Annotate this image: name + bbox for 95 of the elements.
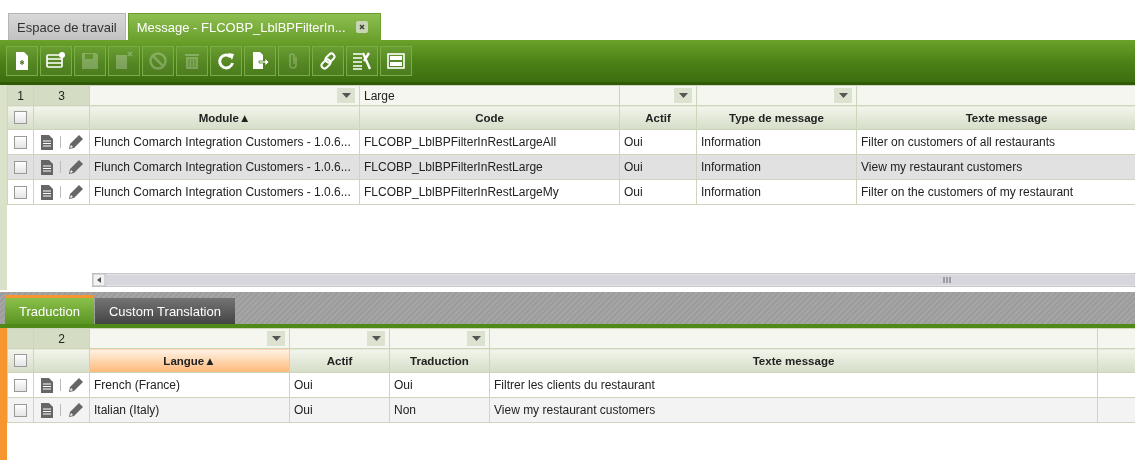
pencil-icon[interactable] <box>68 159 84 175</box>
column-header[interactable]: Texte message <box>856 105 1135 130</box>
filter-field[interactable] <box>856 85 1135 106</box>
table-cell: Non <box>394 403 416 417</box>
row-count: 2 <box>58 331 65 346</box>
filter-field[interactable]: Large <box>359 85 620 106</box>
row-checkbox[interactable] <box>14 161 27 175</box>
table-cell: Oui <box>624 160 643 174</box>
row-checkbox[interactable] <box>14 404 27 418</box>
filter-field[interactable] <box>696 85 857 106</box>
select-all-checkbox[interactable] <box>14 354 27 368</box>
caret-icon <box>271 336 281 341</box>
table-cell: Filter on the customers of my restaurant <box>861 185 1074 199</box>
close-icon[interactable] <box>355 21 368 33</box>
link-button[interactable] <box>312 46 344 76</box>
document-icon[interactable] <box>41 159 53 175</box>
form-view-icon <box>46 51 66 71</box>
filter-field[interactable] <box>389 328 490 349</box>
document-icon[interactable] <box>41 402 53 418</box>
caret-icon <box>838 93 848 98</box>
pencil-icon[interactable] <box>68 134 84 150</box>
table-cell: Italian (Italy) <box>94 403 160 417</box>
table-cell: Oui <box>394 378 413 392</box>
pencil-icon[interactable] <box>68 402 84 418</box>
filter-value: Large <box>364 88 395 103</box>
table-cell: Oui <box>624 135 643 149</box>
form-button[interactable] <box>40 46 72 76</box>
column-header[interactable]: Langue▲ <box>89 348 290 373</box>
tools-button[interactable] <box>346 46 378 76</box>
table-cell: Oui <box>294 403 313 417</box>
filter-field[interactable] <box>89 85 360 106</box>
column-header[interactable]: Texte message <box>489 348 1098 373</box>
table-cell: FLCOBP_LblBPFilterInRestLargeMy <box>364 185 559 199</box>
row-checkbox[interactable] <box>14 136 27 150</box>
new-button[interactable] <box>6 46 38 76</box>
table-cell: FLCOBP_LblBPFilterInRestLargeAll <box>364 135 557 149</box>
tools-icon <box>352 51 372 71</box>
subtab[interactable]: Custom Translation <box>94 298 235 324</box>
table-cell: Filtrer les clients du restaurant <box>494 378 655 392</box>
filter-field[interactable] <box>489 328 1098 349</box>
table-cell: Oui <box>624 185 643 199</box>
dropdown-button[interactable] <box>467 331 485 346</box>
caret-icon <box>678 93 688 98</box>
layout-button[interactable] <box>380 46 412 76</box>
refresh-icon <box>216 51 236 71</box>
row-checkbox[interactable] <box>14 379 27 393</box>
column-header[interactable]: Actif <box>289 348 390 373</box>
link-icon <box>318 51 338 71</box>
dropdown-button[interactable] <box>267 331 285 346</box>
filter-field[interactable] <box>289 328 390 349</box>
refresh-button[interactable] <box>210 46 242 76</box>
table-cell: Filter on customers of all restaurants <box>861 135 1056 149</box>
document-icon[interactable] <box>41 134 53 150</box>
document-icon[interactable] <box>41 377 53 393</box>
delete-record-icon <box>114 51 134 71</box>
row-checkbox[interactable] <box>14 186 27 200</box>
table-cell: French (France) <box>94 378 181 392</box>
column-header[interactable]: Type de message <box>696 105 857 130</box>
filter-field[interactable] <box>89 328 290 349</box>
trash-icon <box>182 51 202 71</box>
filter-field[interactable] <box>619 85 697 106</box>
cancel-icon <box>148 51 168 71</box>
table-cell: FLCOBP_LblBPFilterInRestLarge <box>364 160 543 174</box>
caret-icon <box>341 93 351 98</box>
document-tab[interactable]: Espace de travail <box>8 13 126 40</box>
dropdown-button[interactable] <box>834 88 852 103</box>
dropdown-button[interactable] <box>674 88 692 103</box>
column-header[interactable]: Code <box>359 105 620 130</box>
table-cell: Oui <box>294 378 313 392</box>
selected-count: 1 <box>17 88 24 103</box>
table-cell: Information <box>701 185 762 199</box>
dropdown-button[interactable] <box>337 88 355 103</box>
table-cell: Flunch Comarch Integration Customers - 1.0.6... <box>94 185 351 199</box>
table-cell: Information <box>701 160 762 174</box>
caret-icon <box>471 336 481 341</box>
horizontal-scrollbar[interactable] <box>92 273 1135 287</box>
save-icon <box>80 51 100 71</box>
table-cell: Flunch Comarch Integration Customers - 1.0.6... <box>94 135 351 149</box>
filter-field[interactable] <box>1097 328 1135 349</box>
column-header[interactable]: Traduction <box>389 348 490 373</box>
pencil-icon[interactable] <box>68 184 84 200</box>
column-header[interactable]: Module▲ <box>89 105 360 130</box>
table-cell: View my restaurant customers <box>494 403 656 417</box>
dropdown-button[interactable] <box>367 331 385 346</box>
export-button[interactable] <box>244 46 276 76</box>
row-count: 3 <box>58 88 65 103</box>
caret-icon <box>371 336 381 341</box>
table-cell: Flunch Comarch Integration Customers - 1.0.6... <box>94 160 351 174</box>
document-icon[interactable] <box>41 184 53 200</box>
select-all-checkbox[interactable] <box>14 111 27 125</box>
table-cell: View my restaurant customers <box>861 160 1023 174</box>
layout-icon <box>386 51 406 71</box>
table-cell: Information <box>701 135 762 149</box>
pencil-icon[interactable] <box>68 377 84 393</box>
export-icon <box>250 51 270 71</box>
